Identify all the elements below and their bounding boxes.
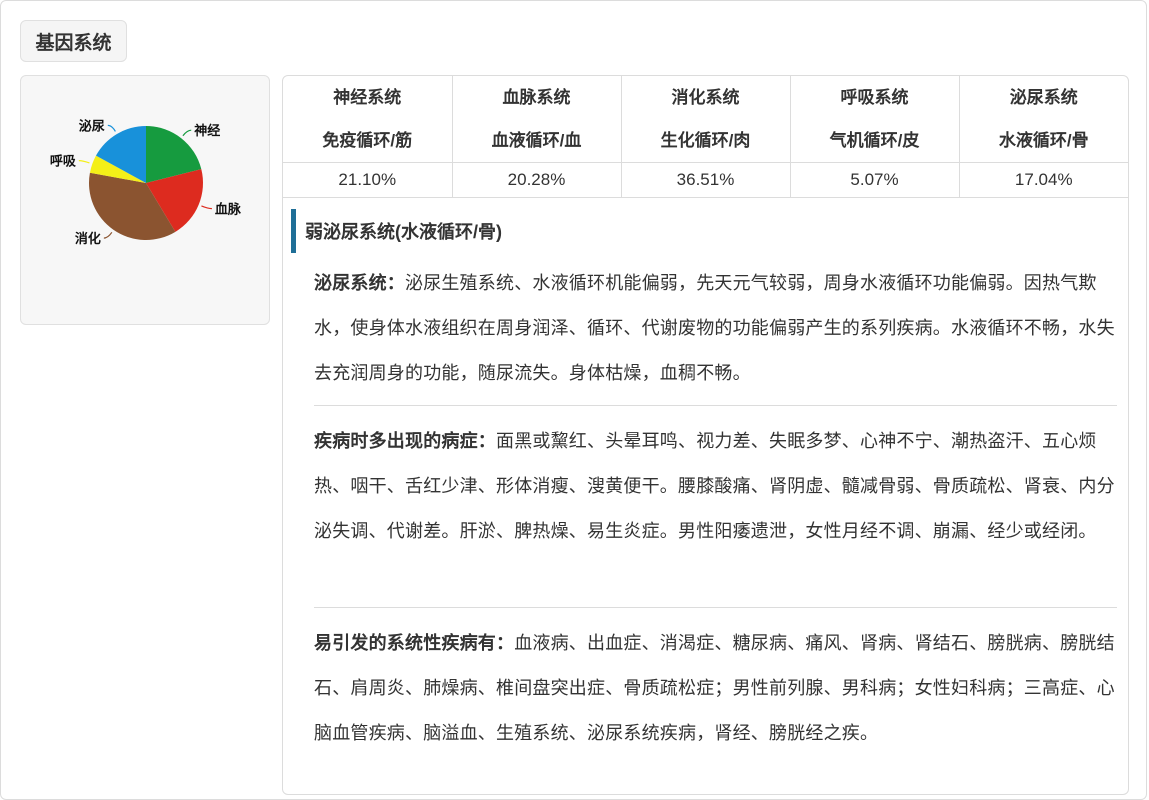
system-header-cell: 神经系统免疫循环/筋 — [283, 76, 453, 163]
pie-label: 消化 — [75, 231, 101, 247]
system-percent-row: 21.10% 20.28% 36.51% 5.07% 17.04% — [283, 162, 1128, 198]
pie-label: 泌尿 — [79, 118, 105, 134]
system-header-cell: 泌尿系统水液循环/骨 — [959, 76, 1128, 163]
pie-chart-card: 神经血脉消化 呼吸 泌尿 — [20, 75, 270, 325]
paragraph-label: 疾病时多出现的病症： — [314, 431, 496, 451]
pie-label-line — [182, 129, 192, 137]
system-sub: 气机循环/皮 — [829, 131, 920, 150]
paragraph-label: 易引发的系统性疾病有： — [314, 633, 515, 653]
system-header-cell: 血脉系统血液循环/血 — [452, 76, 622, 163]
pie-label-line — [103, 231, 113, 239]
system-percent: 5.07% — [790, 162, 960, 198]
system-percent: 20.28% — [452, 162, 622, 198]
section-title: 弱泌尿系统(水液循环/骨) — [291, 209, 502, 253]
system-header-row: 神经系统免疫循环/筋 血脉系统血液循环/血 消化系统生化循环/肉 呼吸系统气机循… — [283, 76, 1128, 163]
system-header-cell: 呼吸系统气机循环/皮 — [790, 76, 960, 163]
system-header-cell: 消化系统生化循环/肉 — [621, 76, 791, 163]
pie-label-line — [201, 205, 212, 210]
divider — [314, 607, 1117, 608]
system-sub: 水液循环/骨 — [998, 131, 1089, 150]
system-name: 呼吸系统 — [840, 88, 909, 107]
pie-label: 神经 — [194, 123, 220, 139]
paragraph-label: 泌尿系统： — [314, 273, 405, 293]
symptoms-paragraph: 疾病时多出现的病症：面黑或黧红、头晕耳鸣、视力差、失眠多梦、心神不宁、潮热盗汗、… — [314, 419, 1117, 554]
system-panel: 神经系统免疫循环/筋 血脉系统血液循环/血 消化系统生化循环/肉 呼吸系统气机循… — [282, 75, 1129, 795]
diseases-paragraph: 易引发的系统性疾病有：血液病、出血症、消渴症、糖尿病、痛风、肾病、肾结石、膀胱病… — [314, 621, 1117, 756]
system-sub: 免疫循环/筋 — [322, 131, 413, 150]
divider — [314, 405, 1117, 406]
pie-label-line — [107, 124, 116, 132]
system-name: 消化系统 — [671, 88, 740, 107]
system-name: 血脉系统 — [502, 88, 571, 107]
system-percent: 21.10% — [283, 162, 453, 198]
system-sub: 生化循环/肉 — [660, 131, 751, 150]
system-percent: 17.04% — [959, 162, 1128, 198]
system-percent: 36.51% — [621, 162, 791, 198]
paragraph-text: 泌尿生殖系统、水液循环机能偏弱，先天元气较弱，周身水液循环功能偏弱。因热气欺水，… — [314, 273, 1115, 383]
system-name: 泌尿系统 — [1009, 88, 1078, 107]
system-sub: 血液循环/血 — [491, 131, 582, 150]
system-name: 神经系统 — [333, 88, 402, 107]
pie-label: 血脉 — [215, 202, 242, 218]
pie-label-line — [78, 160, 90, 164]
description-paragraph: 泌尿系统：泌尿生殖系统、水液循环机能偏弱，先天元气较弱，周身水液循环功能偏弱。因… — [314, 261, 1117, 396]
pie-chart: 神经血脉消化 呼吸 泌尿 — [50, 118, 242, 247]
page-title: 基因系统 — [20, 20, 127, 62]
pie-label: 呼吸 — [50, 154, 77, 170]
system-table: 神经系统免疫循环/筋 血脉系统血液循环/血 消化系统生化循环/肉 呼吸系统气机循… — [283, 76, 1128, 198]
